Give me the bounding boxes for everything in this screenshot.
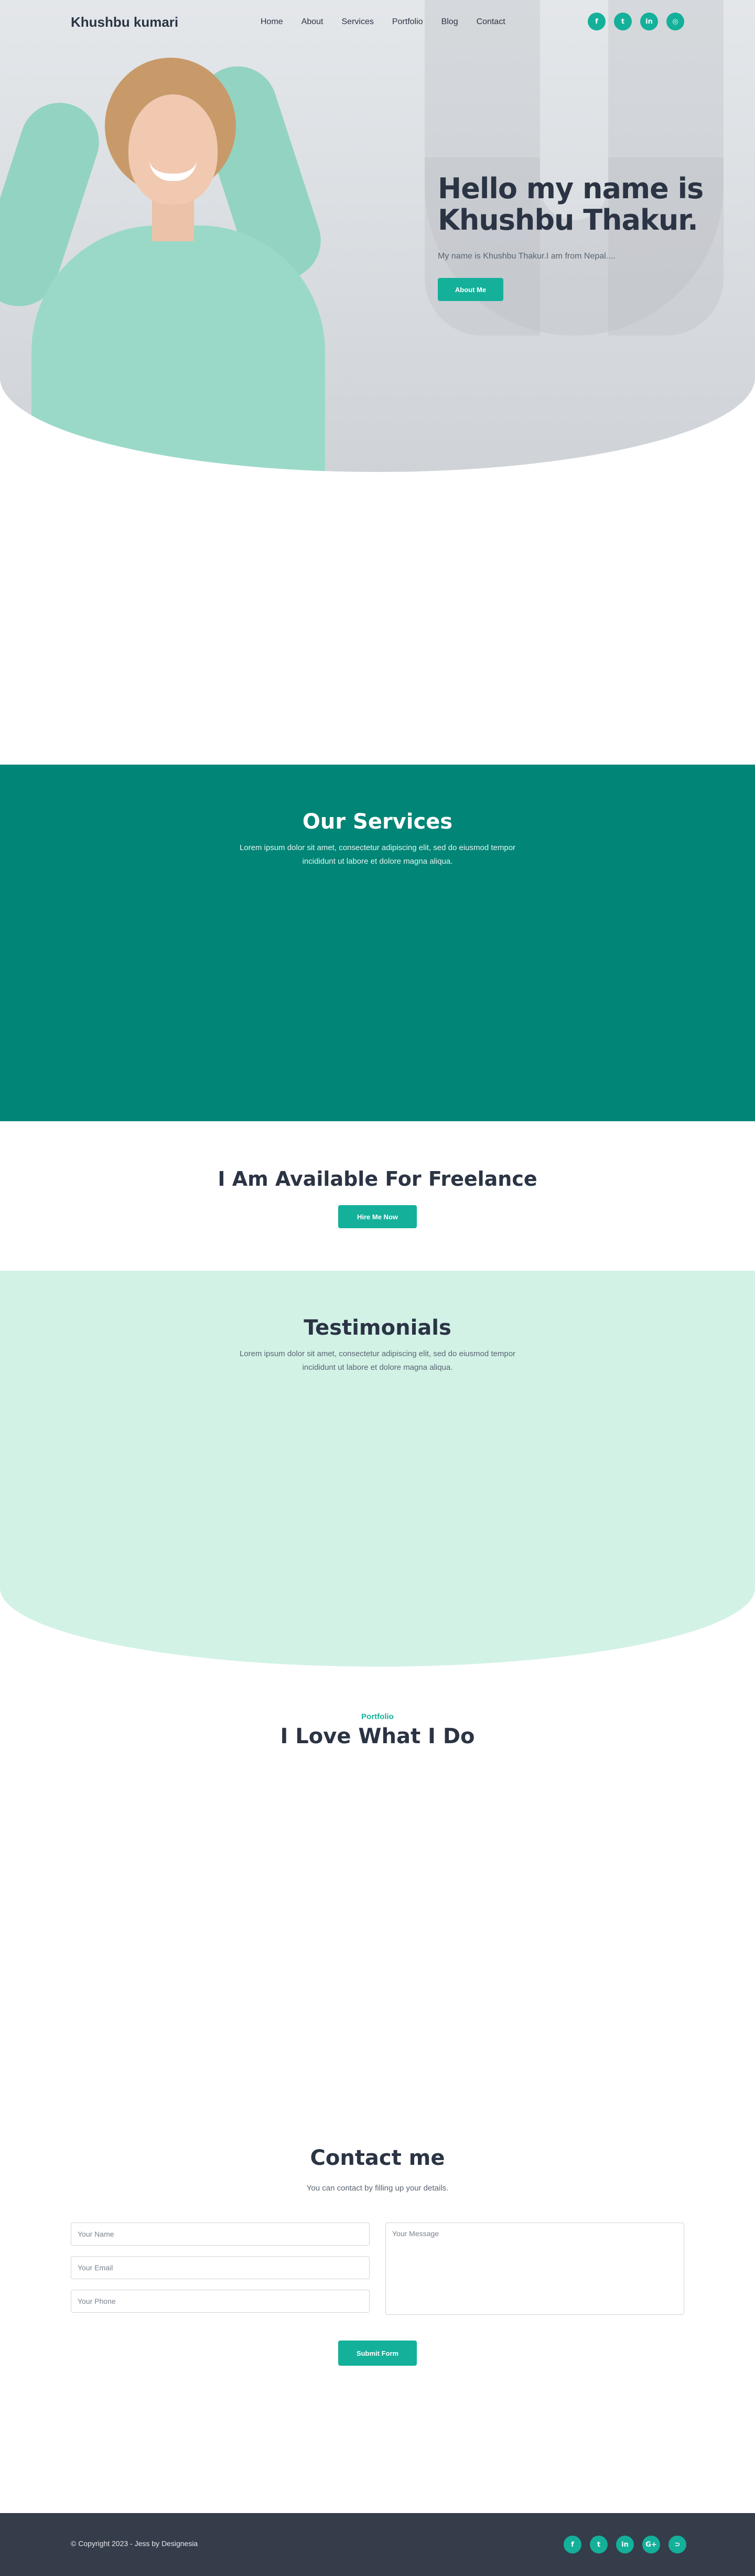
nav-about[interactable]: About xyxy=(301,17,323,27)
linkedin-icon[interactable]: in xyxy=(640,13,658,30)
testimonials-subtitle: Lorem ipsum dolor sit amet, consectetur … xyxy=(239,1349,516,1372)
contact-section: Contact me You can contact by filling up… xyxy=(0,2140,755,2507)
contact-subtitle: You can contact by filling up your detai… xyxy=(306,2184,449,2193)
testimonials-section: Testimonials Lorem ipsum dolor sit amet,… xyxy=(0,1271,755,1667)
twitter-icon[interactable]: t xyxy=(614,13,632,30)
hero-portrait-image xyxy=(0,21,346,472)
nav-portfolio[interactable]: Portfolio xyxy=(392,17,423,27)
header-social-links: f t in ◎ xyxy=(588,13,684,30)
freelance-section: I Am Available For Freelance Hire Me Now xyxy=(0,1121,755,1271)
contact-title: Contact me xyxy=(310,2146,445,2170)
facebook-icon[interactable]: f xyxy=(564,2536,581,2553)
portfolio-title: I Love What I Do xyxy=(280,1724,475,1748)
message-field[interactable]: Your Message xyxy=(385,2223,684,2315)
footer-social-links: f t in G+ ⊃ xyxy=(564,2536,686,2553)
facebook-icon[interactable]: f xyxy=(588,13,606,30)
portfolio-eyebrow: Portfolio xyxy=(361,1712,394,1721)
copyright-text: © Copyright 2023 - Jess by Designesia xyxy=(71,2539,198,2548)
nav-blog[interactable]: Blog xyxy=(441,17,458,27)
nav-home[interactable]: Home xyxy=(261,17,283,27)
services-title: Our Services xyxy=(302,810,453,834)
nav-contact[interactable]: Contact xyxy=(477,17,505,27)
hero-heading: Hello my name is Khushbu Thakur. xyxy=(438,173,710,236)
phone-field[interactable]: Your Phone xyxy=(71,2290,370,2313)
email-field[interactable]: Your Email xyxy=(71,2256,370,2279)
main-menu: Home About Services Portfolio Blog Conta… xyxy=(261,17,524,27)
site-footer: © Copyright 2023 - Jess by Designesia f … xyxy=(0,2513,755,2576)
portfolio-section: Portfolio I Love What I Do xyxy=(0,1704,755,1967)
services-subtitle: Lorem ipsum dolor sit amet, consectetur … xyxy=(239,843,516,866)
testimonials-title: Testimonials xyxy=(304,1316,451,1340)
google-plus-icon[interactable]: G+ xyxy=(642,2536,660,2553)
twitter-icon[interactable]: t xyxy=(590,2536,608,2553)
hero-subtitle: My name is Khushbu Thakur.I am from Nepa… xyxy=(438,252,616,261)
linkedin-icon[interactable]: in xyxy=(616,2536,634,2553)
hire-me-button[interactable]: Hire Me Now xyxy=(338,1205,417,1228)
about-me-button[interactable]: About Me xyxy=(438,278,503,301)
freelance-title: I Am Available For Freelance xyxy=(218,1167,537,1190)
name-field[interactable]: Your Name xyxy=(71,2223,370,2246)
services-section: Our Services Lorem ipsum dolor sit amet,… xyxy=(0,765,755,1121)
nav-services[interactable]: Services xyxy=(342,17,374,27)
hero-section: Khushbu kumari Home About Services Portf… xyxy=(0,0,755,472)
hero-intro: Hello my name is Khushbu Thakur. My name… xyxy=(438,173,710,301)
submit-form-button[interactable]: Submit Form xyxy=(338,2341,417,2366)
top-navbar: Khushbu kumari Home About Services Portf… xyxy=(0,0,755,45)
instagram-icon[interactable]: ◎ xyxy=(666,13,684,30)
hero-heading-line1: Hello my name is xyxy=(438,172,704,205)
site-logo[interactable]: Khushbu kumari xyxy=(71,14,178,30)
rss-icon[interactable]: ⊃ xyxy=(668,2536,686,2553)
hero-heading-line2: Khushbu Thakur. xyxy=(438,203,698,237)
